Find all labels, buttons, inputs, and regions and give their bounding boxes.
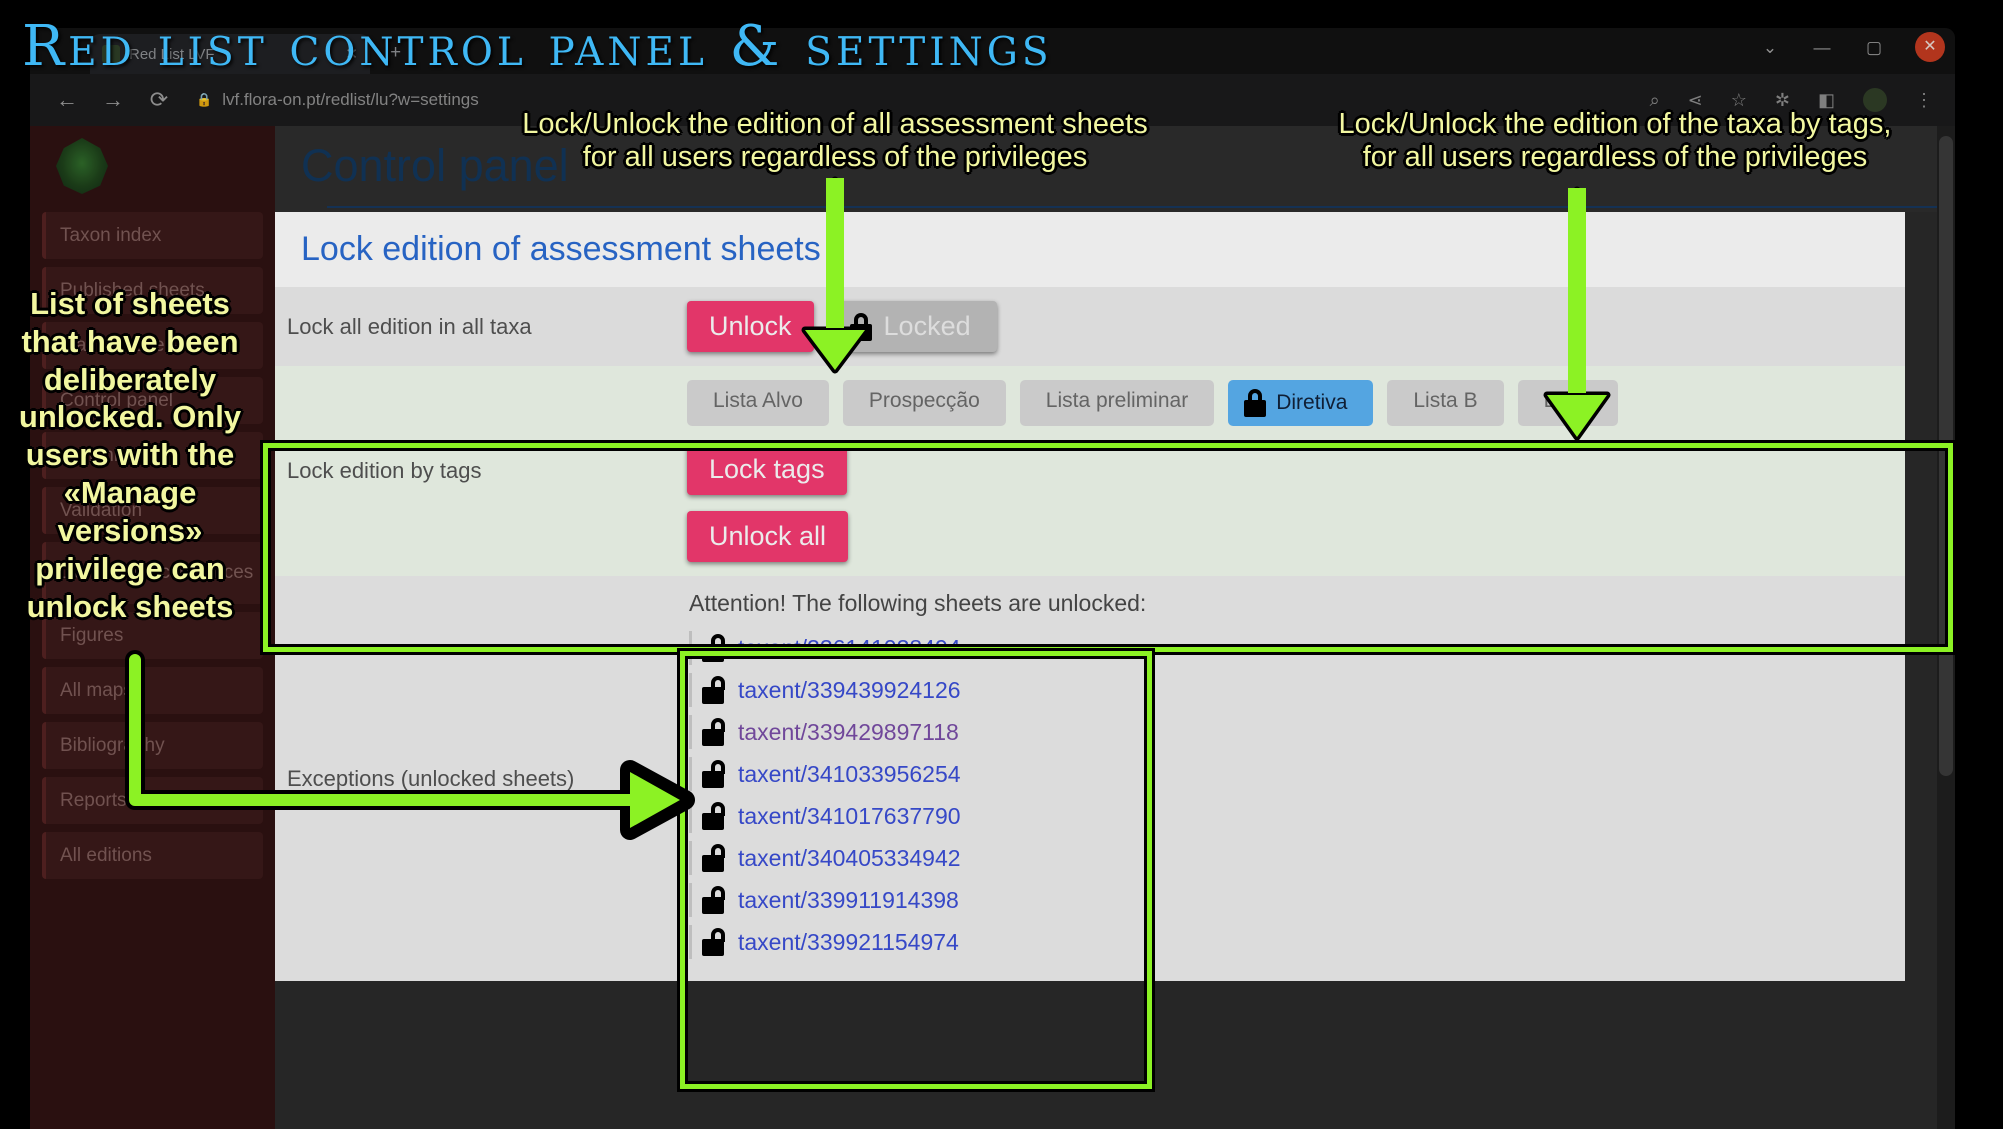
sidebar-item-bibliography[interactable]: Bibliography [42, 722, 263, 769]
browser-toolbar: ← → ⟳ 🔒 lvf.flora-on.pt/redlist/lu?w=set… [30, 74, 1955, 126]
section-title: Lock edition of assessment sheets [275, 212, 1905, 287]
profile-avatar[interactable] [1863, 88, 1887, 112]
screenshot-root: Red List LVF ✕ + ⌄ — ▢ ✕ ← → ⟳ 🔒 lvf.flo… [0, 0, 2003, 1129]
sidebar-item-published-sheets[interactable]: Published sheets [42, 267, 263, 314]
tag-diretiva-label: Diretiva [1276, 391, 1348, 414]
page-title: Control panel [301, 140, 569, 191]
unlocked-sheets-notice: Attention! The following sheets are unlo… [689, 590, 1147, 616]
tag-lista-b[interactable]: Lista B [1387, 380, 1504, 426]
chevron-down-icon[interactable]: ⌄ [1759, 39, 1781, 56]
row-exceptions: Exceptions (unlocked sheets) Attention! … [275, 576, 1905, 981]
tag-lista-alvo[interactable]: Lista Alvo [687, 380, 829, 426]
page-scrollbar[interactable] [1937, 126, 1955, 1129]
bookmark-star-icon[interactable]: ☆ [1731, 90, 1747, 111]
sidebar-item-reports[interactable]: Reports [42, 777, 263, 824]
row-lock-all-label: Lock all edition in all taxa [287, 313, 532, 339]
scrollbar-thumb[interactable] [1939, 136, 1953, 776]
list-item[interactable]: taxent/340405334942 [689, 841, 1905, 875]
sidebar-item-taxon-index[interactable]: Taxon index [42, 212, 263, 259]
list-item[interactable]: taxent/341033956254 [689, 757, 1905, 791]
lock-open-icon [702, 844, 725, 872]
settings-panel: Lock edition of assessment sheets Lock a… [275, 212, 1905, 981]
row-exceptions-label: Exceptions (unlocked sheets) [287, 765, 575, 791]
app-sidebar: Taxon index Published sheets Manage user… [30, 126, 275, 1129]
list-item[interactable]: taxent/339911914398 [689, 883, 1905, 917]
flora-on-leaf-logo[interactable] [56, 138, 108, 194]
header-divider [327, 206, 1937, 208]
tag-lista-preliminar[interactable]: Lista preliminar [1019, 380, 1215, 426]
tag-prospeccao[interactable]: Prospecção [842, 380, 1006, 426]
sidebar-item-validation[interactable]: Validation [42, 487, 263, 534]
taxent-link[interactable]: taxent/339439924126 [738, 677, 961, 704]
lock-open-icon [702, 634, 725, 662]
tag-lvf2[interactable]: LVF2 [1517, 380, 1619, 426]
tag-action-buttons: Lock tags Unlock all [683, 444, 1905, 562]
lock-all-button-group: Unlock Locked [683, 301, 1905, 352]
row-lock-by-tags: Lock edition by tags Lista Alvo Prospecç… [275, 366, 1905, 576]
taxent-link[interactable]: taxent/339911914398 [738, 887, 959, 914]
list-item[interactable]: taxent/341017637790 [689, 799, 1905, 833]
side-panel-icon[interactable]: ◧ [1818, 90, 1835, 111]
lock-open-icon [702, 886, 725, 914]
taxent-link[interactable]: taxent/340405334942 [738, 845, 961, 872]
site-secure-lock-icon: 🔒 [196, 92, 213, 107]
taxent-link[interactable]: taxent/336141038494 [738, 635, 961, 662]
taxent-link[interactable]: taxent/339921154974 [738, 929, 959, 956]
taxent-link[interactable]: taxent/341017637790 [738, 803, 961, 830]
row-lock-all-taxa: Lock all edition in all taxa Unlock Lock… [275, 287, 1905, 366]
overlay-title: Red list control panel & settings [22, 14, 1053, 79]
back-icon[interactable]: ← [44, 87, 90, 113]
main-content: Control panel Lock edition of assessment… [275, 126, 1955, 1129]
reload-icon[interactable]: ⟳ [136, 87, 182, 113]
sidebar-item-all-editions[interactable]: All editions [42, 832, 263, 879]
lock-open-icon [702, 928, 725, 956]
minimize-icon[interactable]: — [1811, 39, 1833, 56]
maximize-icon[interactable]: ▢ [1863, 39, 1885, 56]
address-bar-url: lvf.flora-on.pt/redlist/lu?w=settings [222, 90, 479, 109]
share-icon[interactable]: ⋖ [1688, 90, 1703, 111]
browser-menu-icon[interactable]: ⋮ [1915, 90, 1933, 111]
row-lock-by-tags-label: Lock edition by tags [287, 458, 482, 483]
lock-open-icon [702, 802, 725, 830]
list-item[interactable]: taxent/339439924126 [689, 673, 1905, 707]
lock-open-icon [702, 760, 725, 788]
lock-closed-icon [1244, 389, 1267, 417]
unlocked-sheets-list: Attention! The following sheets are unlo… [683, 590, 1905, 959]
lock-open-icon [702, 676, 725, 704]
forward-icon[interactable]: → [90, 87, 136, 113]
close-icon[interactable]: ✕ [1915, 32, 1945, 62]
taxent-link[interactable]: taxent/341033956254 [738, 761, 961, 788]
browser-window: Red List LVF ✕ + ⌄ — ▢ ✕ ← → ⟳ 🔒 lvf.flo… [30, 28, 1955, 1129]
taxent-link[interactable]: taxent/339429897118 [738, 719, 959, 746]
sidebar-item-all-maps[interactable]: All maps [42, 667, 263, 714]
address-bar[interactable]: 🔒 lvf.flora-on.pt/redlist/lu?w=settings [196, 83, 1650, 117]
locked-button-label: Locked [883, 311, 971, 341]
page-header: Control panel [275, 126, 1955, 212]
extensions-puzzle-icon[interactable]: ✲ [1775, 90, 1790, 111]
zoom-icon[interactable]: ⌕ [1650, 90, 1660, 111]
locked-button[interactable]: Locked [829, 301, 997, 352]
list-item[interactable]: taxent/339921154974 [689, 925, 1905, 959]
toolbar-icon-group: ⌕ ⋖ ☆ ✲ ◧ ⋮ [1650, 88, 1941, 112]
list-item[interactable]: taxent/336141038494 [689, 631, 1905, 665]
unlock-button[interactable]: Unlock [687, 301, 814, 352]
tag-filter-bar: Lista Alvo Prospecção Lista preliminar D… [683, 380, 1905, 444]
sidebar-item-manage-users[interactable]: Manage users [42, 322, 263, 369]
list-item[interactable]: taxent/339429897118 [689, 715, 1905, 749]
page-viewport: Taxon index Published sheets Manage user… [30, 126, 1955, 1129]
lock-open-icon [702, 718, 725, 746]
sidebar-item-control-panel[interactable]: Control panel [42, 377, 263, 424]
sidebar-item-figures[interactable]: Figures [42, 612, 263, 659]
unlock-all-button[interactable]: Unlock all [687, 511, 849, 562]
sidebar-item-download-occurrences[interactable]: Download occurrences [42, 542, 263, 604]
tag-diretiva[interactable]: Diretiva [1228, 380, 1374, 426]
window-controls: ⌄ — ▢ ✕ [1759, 32, 1945, 62]
sidebar-item-administration[interactable]: Administration [42, 432, 263, 479]
lock-tags-button[interactable]: Lock tags [687, 444, 847, 495]
lock-closed-icon [849, 312, 872, 341]
